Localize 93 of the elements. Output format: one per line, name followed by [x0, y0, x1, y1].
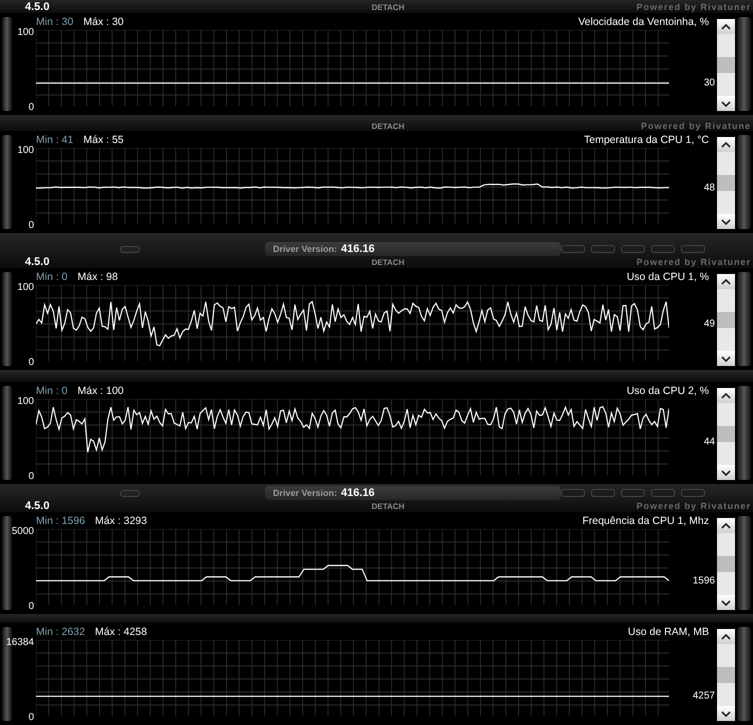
graph-title: Velocidade da Ventoinha, %: [578, 16, 709, 28]
axis-label: 0: [28, 102, 34, 113]
axis-label: 0: [28, 357, 34, 368]
powered-by-label: Powered by Rivatuner: [636, 257, 751, 267]
window-button[interactable]: [621, 245, 645, 253]
driver-version-value: 416.16: [341, 243, 375, 255]
driver-version-label: Driver Version:: [273, 244, 338, 254]
detach-button[interactable]: DETACH: [372, 258, 404, 266]
max-value: Máx : 30: [83, 16, 124, 28]
axis-label: 100: [17, 27, 34, 38]
min-value: Min : 0: [36, 270, 68, 282]
axis-label: 0: [28, 471, 34, 482]
scroll-up-button[interactable]: [717, 19, 735, 34]
chevron-up-icon: [721, 24, 731, 30]
chevron-down-icon: [721, 710, 731, 716]
chevron-down-icon: [721, 100, 731, 106]
scroll-up-button[interactable]: [717, 518, 735, 533]
powered-by-label: Powered by Rivatune: [640, 121, 751, 131]
max-value: Máx : 3293: [95, 514, 147, 526]
window-button[interactable]: [651, 245, 675, 253]
window-button[interactable]: [561, 245, 585, 253]
scrollbar-thumb[interactable]: [717, 667, 735, 683]
min-value: Min : 41: [36, 134, 74, 146]
scroll-down-button[interactable]: [717, 351, 735, 366]
axis-label: 0: [28, 220, 34, 231]
driver-version-label: Driver Version:: [273, 488, 338, 498]
scroll-down-button[interactable]: [717, 465, 735, 480]
current-value: 49: [704, 318, 715, 330]
max-value: Máx : 55: [83, 134, 124, 146]
current-value: 48: [704, 182, 715, 194]
version-label: 4.5.0: [25, 500, 50, 512]
chevron-up-icon: [721, 522, 731, 528]
chevron-up-icon: [721, 278, 731, 284]
toolbar-button[interactable]: [120, 246, 140, 252]
detach-button[interactable]: DETACH: [372, 122, 404, 130]
detach-button[interactable]: DETACH: [372, 502, 404, 510]
chevron-down-icon: [721, 356, 731, 362]
window-button[interactable]: [651, 489, 675, 497]
scroll-down-button[interactable]: [717, 214, 735, 229]
window-button[interactable]: [591, 245, 615, 253]
window-button[interactable]: [591, 489, 615, 497]
powered-by-label: Powered by Rivatuner: [636, 2, 751, 12]
max-value: Máx : 98: [78, 270, 118, 282]
scroll-up-button[interactable]: [717, 388, 735, 403]
min-value: Min : 30: [36, 16, 74, 28]
axis-label: 5000: [12, 526, 34, 537]
axis-label: 100: [17, 282, 34, 293]
chevron-down-icon: [721, 218, 731, 224]
max-value: Máx : 100: [78, 384, 124, 396]
scroll-down-button[interactable]: [717, 96, 735, 111]
graph-title: Frequência da CPU 1, Mhz: [582, 514, 709, 526]
min-value: Min : 2632: [36, 626, 86, 638]
current-value: 4257: [692, 690, 715, 702]
axis-label: 100: [17, 396, 34, 407]
powered-by-label: Powered by Rivatuner: [636, 501, 751, 511]
scrollbar-thumb[interactable]: [717, 57, 735, 73]
scroll-down-button[interactable]: [717, 595, 735, 610]
scroll-up-button[interactable]: [717, 629, 735, 644]
version-label: 4.5.0: [25, 1, 50, 13]
version-label: 4.5.0: [25, 256, 50, 268]
chevron-down-icon: [721, 600, 731, 606]
current-value: 44: [704, 436, 715, 448]
axis-label: 0: [28, 601, 34, 612]
driver-version-value: 416.16: [341, 487, 375, 499]
scroll-up-button[interactable]: [717, 274, 735, 289]
current-value: 30: [704, 78, 715, 89]
scroll-down-button[interactable]: [717, 706, 735, 721]
current-value: 1596: [692, 575, 715, 586]
graph-title: Uso de RAM, MB: [628, 626, 709, 638]
scrollbar-thumb[interactable]: [717, 426, 735, 442]
chevron-up-icon: [721, 392, 731, 398]
window-button[interactable]: [621, 489, 645, 497]
min-value: Min : 0: [36, 384, 68, 396]
scrollbar-thumb[interactable]: [717, 175, 735, 191]
scroll-up-button[interactable]: [717, 137, 735, 152]
window-button[interactable]: [681, 489, 705, 497]
graph-title: Temperatura da CPU 1, °C: [584, 134, 709, 146]
graph-title: Uso da CPU 2, %: [626, 384, 709, 396]
chevron-up-icon: [721, 634, 731, 640]
graph-title: Uso da CPU 1, %: [626, 270, 709, 282]
max-value: Máx : 4258: [95, 626, 147, 638]
scrollbar-thumb[interactable]: [717, 556, 735, 572]
scrollbar-thumb[interactable]: [717, 312, 735, 328]
chevron-up-icon: [721, 142, 731, 148]
axis-label: 100: [17, 145, 34, 156]
chevron-down-icon: [721, 470, 731, 476]
window-button[interactable]: [681, 245, 705, 253]
axis-label: 16384: [6, 637, 34, 648]
axis-label: 0: [28, 712, 34, 723]
min-value: Min : 1596: [36, 514, 86, 526]
detach-button[interactable]: DETACH: [372, 2, 404, 12]
toolbar-button[interactable]: [120, 490, 140, 496]
window-button[interactable]: [561, 489, 585, 497]
